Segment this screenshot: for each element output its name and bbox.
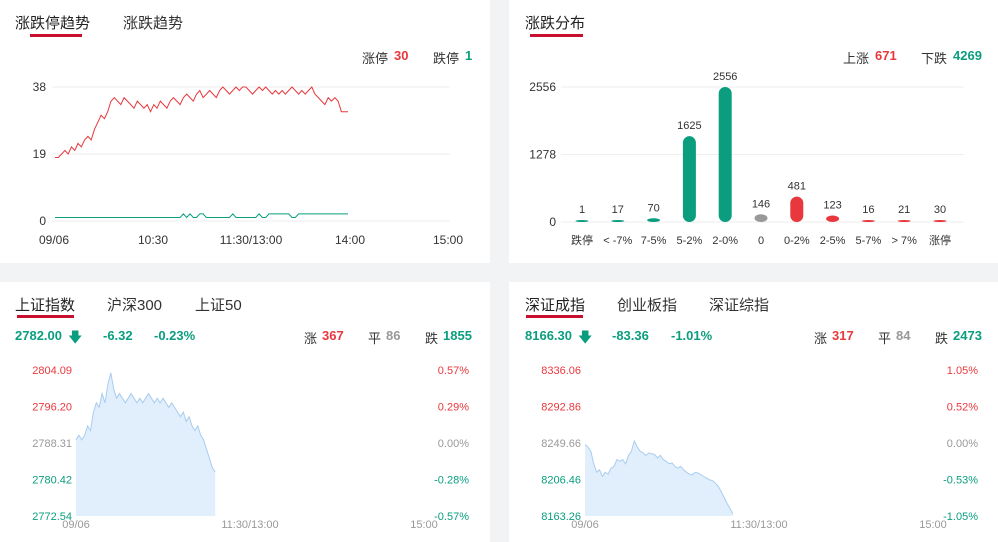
bar-value-label: 1625 bbox=[677, 120, 701, 132]
y-tick-label-right: 0.00% bbox=[438, 438, 469, 450]
limit-trend-panel: 涨跌停趋势 涨跌趋势 涨停 30 跌停 1 38 19 0 09/06 10:30 11:… bbox=[0, 0, 490, 263]
bar bbox=[682, 136, 696, 222]
limit-trend-chart: 38 19 0 09/06 10:30 11:30/13:00 14:00 15:00 bbox=[33, 80, 464, 247]
y-tick-label-left: 2788.31 bbox=[32, 438, 72, 450]
distribution-bar-chart: 2556 1278 0 1 跌停 17 < -7% 70 7-5% 1625 5-2% 2556 2-0… bbox=[529, 71, 964, 247]
distribution-panel: 涨跌分布 上涨 671 下跌 4269 2556 1278 0 1 跌停 17 < -7% 7… bbox=[509, 0, 998, 263]
bar bbox=[611, 220, 625, 222]
x-tick-label: 09/06 bbox=[571, 519, 599, 531]
sz-index-panel: 深证成指 创业板指 深证综指 8166.30 🡇 -83.36 -1.01% 涨… bbox=[509, 282, 998, 542]
bar bbox=[861, 220, 875, 222]
y-tick-label-right: -0.53% bbox=[943, 475, 978, 487]
limit-down-series-line bbox=[55, 213, 348, 219]
sz-index-chart: 8336.06 1.05% 8292.86 0.52% 8249.66 0.00% 8206… bbox=[541, 365, 978, 531]
category-label: 0 bbox=[758, 235, 764, 247]
x-tick-label: 10:30 bbox=[138, 233, 168, 247]
sh-index-panel: 上证指数 沪深300 上证50 2782.00 🡇 -6.32 -0.23% 涨… bbox=[0, 282, 490, 542]
y-tick-label-left: 2796.20 bbox=[32, 402, 72, 414]
bar bbox=[647, 218, 661, 222]
x-tick-label: 11:30/13:00 bbox=[221, 519, 278, 531]
bar bbox=[718, 87, 732, 222]
y-tick-label-right: 1.05% bbox=[947, 365, 978, 377]
sh-index-chart: 2804.09 0.57% 2796.20 0.29% 2788.31 0.00% 2780… bbox=[32, 365, 469, 531]
price-area-fill bbox=[76, 372, 216, 516]
price-area-fill bbox=[585, 441, 733, 516]
y-tick-label-right: -1.05% bbox=[943, 511, 978, 523]
x-tick-label: 14:00 bbox=[335, 233, 365, 247]
y-tick-label-left: 8249.66 bbox=[541, 438, 581, 450]
bar-value-label: 17 bbox=[612, 204, 624, 216]
y-tick-label-right: 0.57% bbox=[438, 365, 469, 377]
y-tick-label-left: 8206.46 bbox=[541, 475, 581, 487]
x-tick-label: 15:00 bbox=[410, 519, 438, 531]
y-tick-label-left: 8336.06 bbox=[541, 365, 581, 377]
y-tick-label: 0 bbox=[39, 214, 46, 228]
category-label: 0-2% bbox=[784, 235, 810, 247]
category-label: 7-5% bbox=[641, 235, 667, 247]
x-tick-label: 15:00 bbox=[433, 233, 463, 247]
bar bbox=[933, 220, 947, 222]
bar bbox=[754, 214, 768, 222]
bar-value-label: 70 bbox=[647, 202, 659, 214]
limit-up-series-line bbox=[55, 86, 348, 158]
category-label: 5-2% bbox=[677, 235, 703, 247]
bar-value-label: 123 bbox=[823, 200, 841, 212]
bar-value-label: 1 bbox=[579, 204, 585, 216]
y-tick-label-left: 2804.09 bbox=[32, 365, 72, 377]
category-label: 2-0% bbox=[712, 235, 738, 247]
bar bbox=[826, 215, 840, 222]
bar-value-label: 16 bbox=[862, 204, 874, 216]
y-tick-label-right: -0.57% bbox=[434, 511, 469, 523]
y-tick-label-right: -0.28% bbox=[434, 475, 469, 487]
category-label: 跌停 bbox=[571, 233, 593, 247]
category-label: > 7% bbox=[892, 235, 918, 247]
bar-value-label: 481 bbox=[788, 181, 806, 193]
category-label: 5-7% bbox=[856, 235, 882, 247]
y-tick-label: 2556 bbox=[529, 80, 556, 94]
x-tick-label: 09/06 bbox=[62, 519, 90, 531]
bar-value-label: 146 bbox=[752, 198, 770, 210]
bar-value-label: 2556 bbox=[713, 71, 737, 83]
x-tick-label: 11:30/13:00 bbox=[220, 233, 283, 247]
x-tick-label: 09/06 bbox=[39, 233, 69, 247]
bar bbox=[575, 220, 589, 222]
y-tick-label-left: 2780.42 bbox=[32, 475, 72, 487]
y-tick-label: 0 bbox=[549, 215, 556, 229]
y-tick-label-left: 8292.86 bbox=[541, 402, 581, 414]
category-label: 涨停 bbox=[929, 233, 951, 247]
category-label: 2-5% bbox=[820, 235, 846, 247]
y-tick-label-right: 0.00% bbox=[947, 438, 978, 450]
y-tick-label: 1278 bbox=[529, 148, 556, 162]
bar-value-label: 30 bbox=[934, 204, 946, 216]
x-tick-label: 15:00 bbox=[919, 519, 947, 531]
bar bbox=[790, 196, 804, 222]
y-tick-label-right: 0.29% bbox=[438, 402, 469, 414]
y-tick-label-right: 0.52% bbox=[947, 402, 978, 414]
bar-value-label: 21 bbox=[898, 204, 910, 216]
y-tick-label: 38 bbox=[33, 80, 47, 94]
y-tick-label: 19 bbox=[33, 147, 47, 161]
x-tick-label: 11:30/13:00 bbox=[730, 519, 787, 531]
bar bbox=[897, 220, 911, 222]
category-label: < -7% bbox=[603, 235, 632, 247]
